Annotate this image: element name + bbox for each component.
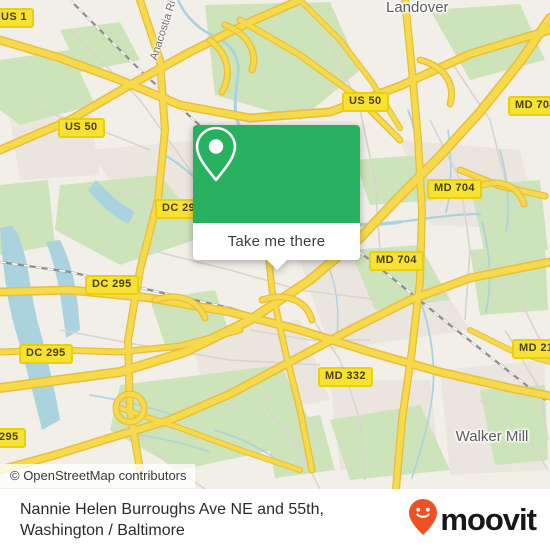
shield-295: 295 xyxy=(0,428,26,448)
shield-md-704-mid: MD 704 xyxy=(427,179,482,199)
shield-md-214: MD 214 xyxy=(512,339,550,359)
shield-dc-295-mid: DC 295 xyxy=(85,275,139,295)
shield-md-704-north: MD 704 xyxy=(508,96,550,116)
shield-us-1: US 1 xyxy=(0,8,35,28)
destination-popup-card[interactable]: Take me there xyxy=(193,125,360,270)
location-title: Nannie Helen Burroughs Ave NE and 55th, … xyxy=(20,500,324,539)
bottom-bar: Nannie Helen Burroughs Ave NE and 55th, … xyxy=(0,489,550,550)
moovit-logo[interactable]: moovit xyxy=(408,498,537,541)
take-me-there-button[interactable]: Take me there xyxy=(228,233,326,250)
osm-attribution[interactable]: © OpenStreetMap contributors xyxy=(0,464,195,488)
walker-mill-label: Walker Mill xyxy=(455,428,529,445)
map-screen: Anacostia River Landover Walker Mill US … xyxy=(0,0,550,550)
moovit-wordmark: moovit xyxy=(440,502,537,537)
map-canvas[interactable]: Anacostia River Landover Walker Mill US … xyxy=(0,0,550,489)
popup-pointer-tail xyxy=(265,259,288,270)
moovit-smile-pin-icon xyxy=(408,498,438,541)
shield-md-704-south: MD 704 xyxy=(369,251,424,271)
shield-md-332: MD 332 xyxy=(318,367,373,387)
shield-dc-295-south: DC 295 xyxy=(19,344,73,364)
popup-footer[interactable]: Take me there xyxy=(193,223,360,270)
popup-header xyxy=(193,125,360,223)
shield-us-50-east: US 50 xyxy=(342,92,389,112)
shield-us-50-west: US 50 xyxy=(58,118,105,138)
landover-label: Landover xyxy=(386,0,449,16)
